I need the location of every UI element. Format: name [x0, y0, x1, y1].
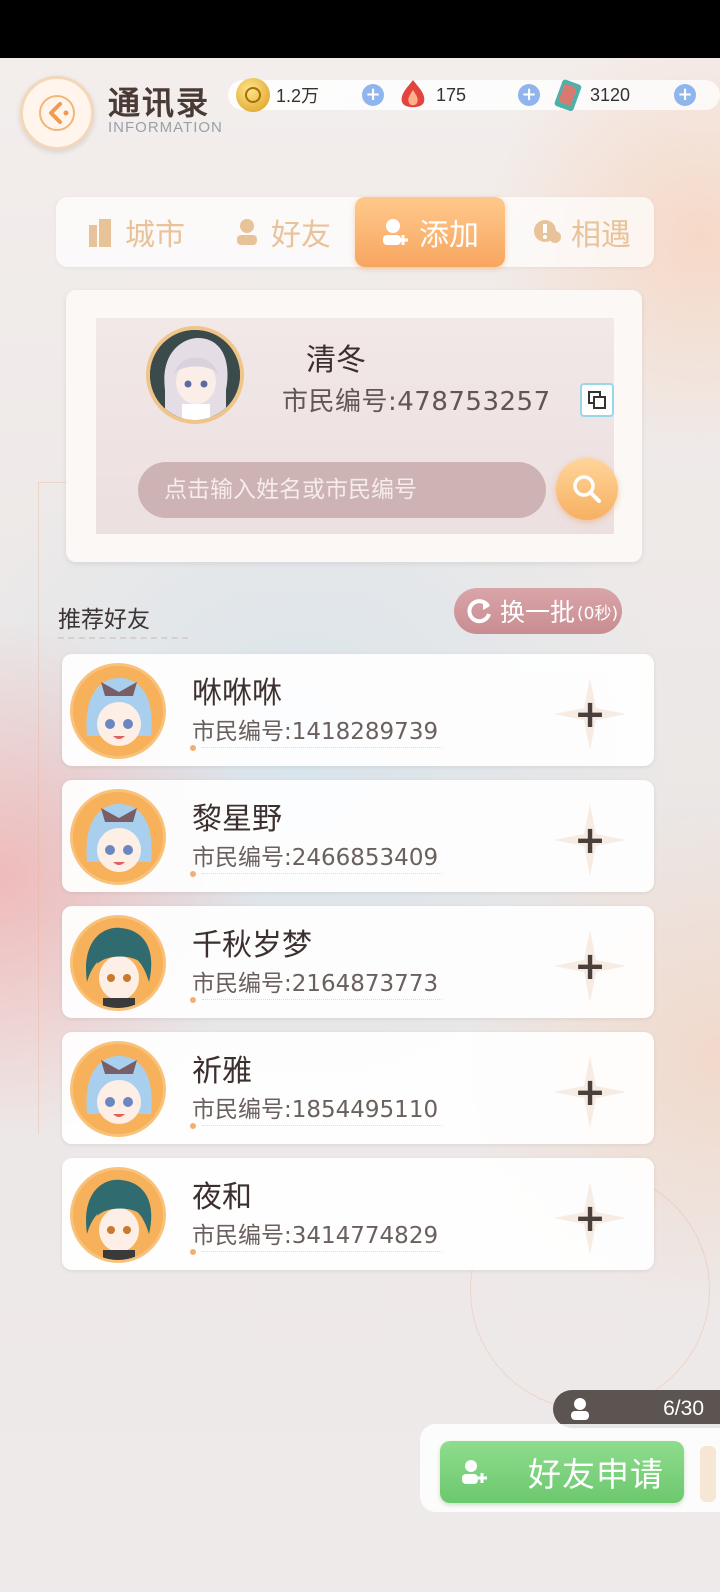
friend-avatar-image	[73, 1044, 163, 1134]
friend-request-button[interactable]: 好友申请	[440, 1441, 684, 1503]
friend-dot	[190, 1123, 196, 1129]
refresh-icon	[467, 599, 491, 624]
gold-coin-display: 1.2万	[236, 78, 319, 112]
add-user-icon	[383, 219, 408, 245]
friend-avatar[interactable]	[70, 1041, 166, 1137]
back-arrow-icon	[39, 95, 75, 131]
red-crystal-display: 175	[396, 78, 466, 112]
tab-encounter-label: 相遇	[571, 218, 631, 253]
friend-request-counter: 6/30	[553, 1390, 720, 1428]
recommend-title: 推荐好友	[58, 607, 150, 633]
friend-request-count: 6/30	[663, 1397, 704, 1420]
tab-add[interactable]: 添加	[355, 197, 505, 267]
friend-request-side-tab	[700, 1446, 716, 1502]
my-citizen-id: 市民编号:478753257	[282, 387, 551, 417]
tab-friends-label: 好友	[271, 218, 331, 253]
friend-citizen-id: 市民编号:2466853409	[192, 845, 439, 871]
my-name: 清冬	[306, 343, 366, 378]
friend-name: 夜和	[192, 1180, 252, 1215]
plus-icon: +	[574, 1070, 606, 1114]
friend-avatar[interactable]	[70, 789, 166, 885]
add-friend-button[interactable]: +	[550, 674, 630, 754]
gold-coin-add-button[interactable]: +	[362, 84, 384, 106]
friend-avatar[interactable]	[70, 1167, 166, 1263]
friend-avatar[interactable]	[70, 915, 166, 1011]
search-button[interactable]	[556, 458, 618, 520]
page-subtitle: INFORMATION	[108, 119, 223, 136]
refresh-countdown: (0秒)	[577, 603, 619, 624]
friend-request-label: 好友申请	[528, 1455, 664, 1494]
card-ticket-value: 3120	[590, 84, 631, 105]
copy-icon	[588, 391, 606, 409]
friend-dot	[190, 1249, 196, 1255]
plus-icon: +	[574, 692, 606, 736]
friend-divider	[202, 1125, 442, 1126]
friend-row: 祈雅 市民编号:1854495110 +	[62, 1032, 654, 1144]
search-input[interactable]	[138, 462, 546, 518]
friend-name: 咻咻咻	[192, 676, 282, 711]
person-icon	[571, 1398, 589, 1420]
tab-city[interactable]: 城市	[66, 197, 206, 267]
friend-divider	[202, 1251, 442, 1252]
friend-citizen-id: 市民编号:2164873773	[192, 971, 439, 997]
card-ticket-icon	[550, 78, 584, 112]
copy-id-button[interactable]	[580, 383, 614, 417]
building-icon	[89, 219, 111, 247]
friend-avatar-image	[73, 918, 163, 1008]
plus-icon: +	[574, 944, 606, 988]
friend-avatar[interactable]	[70, 663, 166, 759]
card-ticket-add-button[interactable]: +	[674, 84, 696, 106]
friend-name: 黎星野	[192, 802, 282, 837]
friend-name: 祈雅	[192, 1054, 252, 1089]
gold-coin-value: 1.2万	[276, 86, 320, 106]
add-friend-button[interactable]: +	[550, 800, 630, 880]
friend-citizen-id: 市民编号:1854495110	[192, 1097, 439, 1123]
friend-icon	[237, 219, 257, 245]
red-crystal-value: 175	[436, 84, 467, 105]
friend-row: 夜和 市民编号:3414774829 +	[62, 1158, 654, 1270]
tab-friends[interactable]: 好友	[212, 197, 352, 267]
red-crystal-add-button[interactable]: +	[518, 84, 540, 106]
friend-divider	[202, 873, 442, 874]
tab-city-label: 城市	[125, 218, 185, 253]
friend-dot	[190, 745, 196, 751]
page-title: 通讯录	[108, 84, 211, 122]
friend-dot	[190, 871, 196, 877]
status-bar	[0, 0, 720, 58]
add-friend-button[interactable]: +	[550, 926, 630, 1006]
plus-icon: +	[574, 818, 606, 862]
friend-row: 咻咻咻 市民编号:1418289739 +	[62, 654, 654, 766]
friend-citizen-id: 市民编号:1418289739	[192, 719, 439, 745]
refresh-batch-button[interactable]: 换一批 (0秒)	[454, 588, 622, 634]
encounter-icon	[534, 220, 561, 243]
friend-row: 黎星野 市民编号:2466853409 +	[62, 780, 654, 892]
plus-icon: +	[574, 1196, 606, 1240]
friend-avatar-image	[73, 792, 163, 882]
friend-dot	[190, 997, 196, 1003]
add-user-icon	[462, 1460, 487, 1484]
tab-bar: 城市 好友 添加 相遇	[56, 197, 654, 267]
back-button[interactable]	[20, 76, 94, 150]
search-icon	[573, 475, 601, 503]
friend-divider	[202, 999, 442, 1000]
tab-add-label: 添加	[419, 218, 479, 253]
recommend-title-underline	[58, 637, 188, 639]
my-avatar[interactable]	[146, 326, 244, 424]
add-friend-button[interactable]: +	[550, 1052, 630, 1132]
friend-avatar-image	[73, 1170, 163, 1260]
gold-coin-icon	[236, 78, 270, 112]
friend-avatar-image	[73, 666, 163, 756]
card-ticket-display: 3120	[550, 78, 630, 112]
my-avatar-image	[150, 330, 240, 420]
refresh-label: 换一批	[500, 598, 576, 627]
red-crystal-icon	[396, 78, 430, 112]
add-friend-button[interactable]: +	[550, 1178, 630, 1258]
friend-row: 千秋岁梦 市民编号:2164873773 +	[62, 906, 654, 1018]
friend-divider	[202, 747, 442, 748]
friend-citizen-id: 市民编号:3414774829	[192, 1223, 439, 1249]
friend-name: 千秋岁梦	[192, 928, 312, 963]
tab-encounter[interactable]: 相遇	[512, 197, 652, 267]
